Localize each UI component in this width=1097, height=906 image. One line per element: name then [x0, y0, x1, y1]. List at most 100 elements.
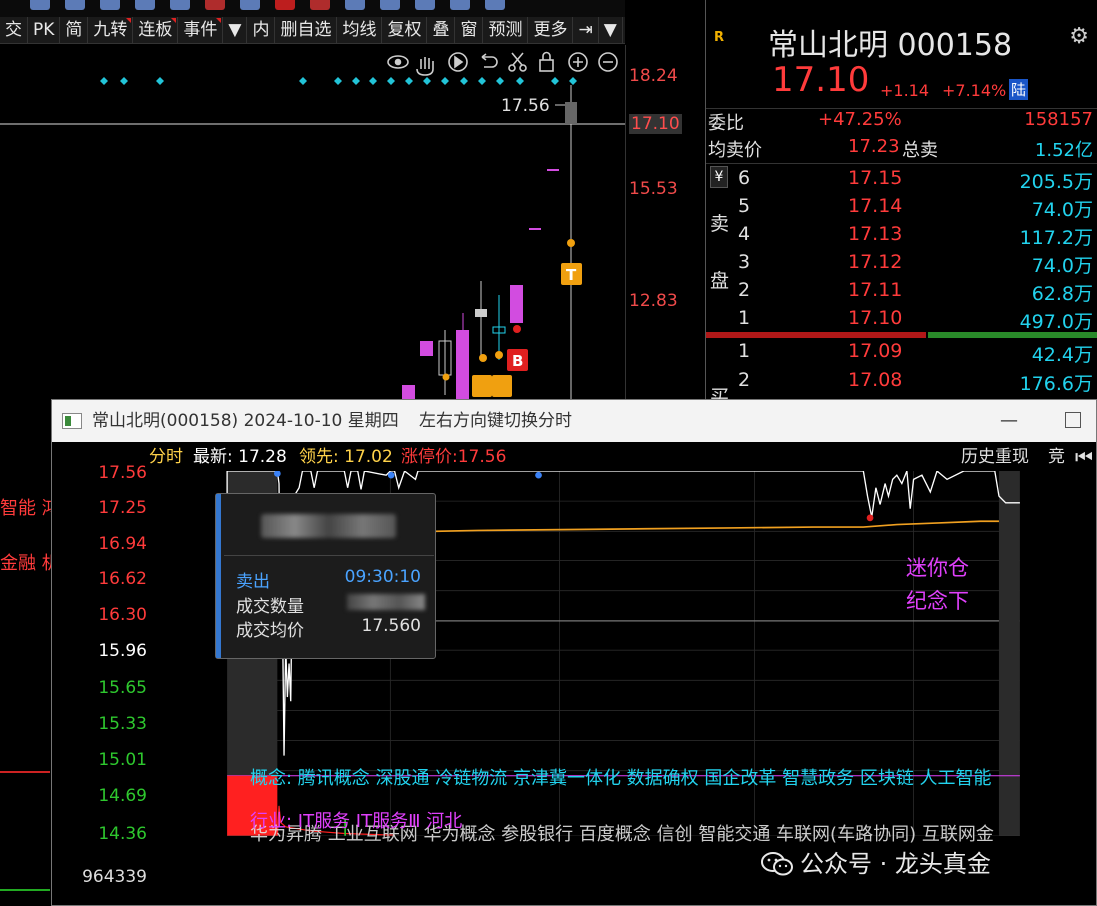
sell-ratio-bar: [706, 332, 926, 338]
tooltip-action: 卖出: [236, 572, 270, 592]
annotation-line-1: 迷你仓: [906, 556, 969, 580]
undo-icon[interactable]: [481, 53, 498, 68]
toolbar-item-remove-watchlist[interactable]: 删自选: [275, 17, 338, 43]
avg-sell-row: 均卖价 17.23 总卖 1.52亿: [706, 136, 1097, 164]
ask-row[interactable]: 2 17.11 62.8万: [706, 279, 1097, 307]
t-marker-3[interactable]: [492, 375, 512, 397]
y-label: 14.69: [98, 786, 147, 806]
lock-icon[interactable]: [539, 51, 554, 72]
toolbar-item-events[interactable]: 事件: [178, 17, 224, 43]
toolbar-dropdown-2[interactable]: ▼: [599, 17, 623, 43]
popup-title: 常山北明(000158) 2024-10-10 星期四: [92, 411, 399, 431]
y-label: 15.33: [98, 714, 147, 734]
watermark-text: 公众号 · 龙头真金: [800, 850, 991, 878]
toolbar-item-0[interactable]: 交: [0, 17, 28, 43]
toolbar-dropdown[interactable]: ▼: [223, 17, 248, 43]
volume-label: 964339: [82, 867, 147, 887]
redacted-qty: [347, 594, 425, 610]
eye-icon[interactable]: [387, 55, 409, 69]
y-label: 15.01: [98, 750, 147, 770]
quote-panel: R 常山北明 000158 ⚙ 17.10 +1.14 +7.14% 陆 委比 …: [706, 0, 1097, 408]
candles: [402, 102, 577, 400]
ask-row[interactable]: 1 17.10 497.0万: [706, 307, 1097, 335]
toolbar-item-simple[interactable]: 简: [60, 17, 89, 43]
tooltip-avg-label: 成交均价: [236, 621, 304, 641]
hand-icon[interactable]: [416, 57, 434, 76]
zoom-in-icon[interactable]: [568, 52, 588, 72]
current-price-box: 17.10: [629, 114, 682, 134]
wechat-icon: [761, 852, 793, 876]
y-label: 17.25: [98, 498, 147, 518]
gear-icon[interactable]: ⚙: [1069, 24, 1089, 49]
left-edge: 智能 鸿 金融 机: [0, 399, 60, 906]
annotation-line-2: 纪念下: [906, 589, 969, 613]
redacted-name: [261, 514, 396, 538]
price-axis: 18.24 17.10 15.53 12.83: [625, 45, 705, 400]
t-marker-2[interactable]: [472, 375, 492, 397]
leading-price: 领先: 17.02: [299, 447, 393, 467]
toolbar-item-overlay[interactable]: 叠: [427, 17, 456, 43]
kline-svg: 17.56 T B: [0, 51, 625, 400]
toolbar-item-adjust[interactable]: 复权: [382, 17, 428, 43]
intraday-popup: 常山北明(000158) 2024-10-10 星期四 左右方向键切换分时 — …: [51, 399, 1097, 906]
toolbar-item-window[interactable]: 窗: [455, 17, 484, 43]
tooltip-time: 09:30:10: [344, 567, 421, 587]
play-icon[interactable]: [448, 52, 468, 72]
y-label: 16.30: [98, 605, 147, 625]
bid-row[interactable]: 2 17.08 176.6万: [706, 369, 1097, 397]
price-label-top: 18.24: [629, 66, 678, 86]
price-label-low: 12.83: [629, 291, 678, 311]
ask-row[interactable]: 4 17.13 117.2万: [706, 223, 1097, 251]
app-icon: [62, 413, 82, 429]
latest-price: 最新: 17.28: [193, 447, 287, 467]
toolbar-item-inner[interactable]: 内: [247, 17, 276, 43]
r-badge: R: [714, 30, 725, 45]
weibi-row: 委比 +47.25% 158157: [706, 108, 1097, 136]
tooltip-qty-label: 成交数量: [236, 597, 304, 617]
toolbar-item-ma[interactable]: 均线: [337, 17, 383, 43]
intraday-header: 分时 最新: 17.28 领先: 17.02 涨停价:17.56 历史重现 竞 …: [52, 443, 1096, 471]
stock-title: 常山北明 000158: [768, 28, 1013, 63]
ask-row[interactable]: 6 17.15 205.5万: [706, 167, 1097, 195]
minimize-button[interactable]: —: [1000, 400, 1018, 442]
y-label: 16.94: [98, 534, 147, 554]
price-label-mid: 15.53: [629, 179, 678, 199]
toolbar-collapse-icon[interactable]: ⇥: [573, 17, 599, 43]
skip-start-icon[interactable]: ⏮: [1075, 447, 1097, 467]
toolbar-item-forecast[interactable]: 预测: [483, 17, 529, 43]
top-icon-strip: [0, 0, 625, 17]
chart-toolbar: 交 PK 简 九转 连板 事件 ▼ 内 删自选 均线 复权 叠 窗 预测 更多 …: [0, 17, 625, 44]
auction-button[interactable]: 竞: [1048, 443, 1065, 471]
market-badge: 陆: [1009, 79, 1029, 100]
y-label: 17.56: [98, 463, 147, 483]
tab-fenshi[interactable]: 分时: [149, 443, 183, 471]
zoom-out-icon[interactable]: [598, 52, 618, 72]
y-label-mid: 15.96: [98, 641, 147, 661]
y-label: 15.65: [98, 678, 147, 698]
high-price-label: 17.56: [501, 96, 550, 116]
toolbar-item-pk[interactable]: PK: [28, 17, 61, 43]
svg-text:B: B: [512, 352, 523, 370]
ask-row[interactable]: 3 17.12 74.0万: [706, 251, 1097, 279]
price-change-pct: +7.14%: [942, 81, 1007, 100]
svg-text:T: T: [566, 266, 577, 284]
history-replay-button[interactable]: 历史重现: [961, 443, 1029, 471]
trade-tooltip: 卖出 09:30:10 成交数量 成交均价 17.560: [215, 493, 436, 659]
maximize-button[interactable]: [1065, 412, 1081, 428]
popup-titlebar[interactable]: 常山北明(000158) 2024-10-10 星期四 左右方向键切换分时 —: [52, 400, 1096, 442]
tooltip-avg-value: 17.560: [361, 616, 421, 636]
bid-row[interactable]: 1 17.09 42.4万: [706, 340, 1097, 368]
ask-row[interactable]: 5 17.14 74.0万: [706, 195, 1097, 223]
y-label: 16.62: [98, 569, 147, 589]
last-price: 17.10: [772, 60, 870, 100]
buy-ratio-bar: [928, 332, 1097, 338]
scissors-icon[interactable]: [508, 52, 527, 72]
signal-diamonds: [100, 77, 577, 85]
concept-tags: 概念: 腾讯概念 深股通 冷链物流 京津冀一体化 数据确权 国企改革 智慧政务 …: [250, 768, 992, 789]
toolbar-item-more[interactable]: 更多: [528, 17, 574, 43]
industry-tags: 行业: IT服务 IT服务Ⅲ 河北: [250, 811, 463, 832]
limit-up-price: 涨停价:17.56: [401, 447, 507, 467]
kline-chart[interactable]: 17.56 T B: [0, 45, 625, 400]
toolbar-item-lianban[interactable]: 连板: [133, 17, 179, 43]
toolbar-item-jiuzhuan[interactable]: 九转: [88, 17, 134, 43]
